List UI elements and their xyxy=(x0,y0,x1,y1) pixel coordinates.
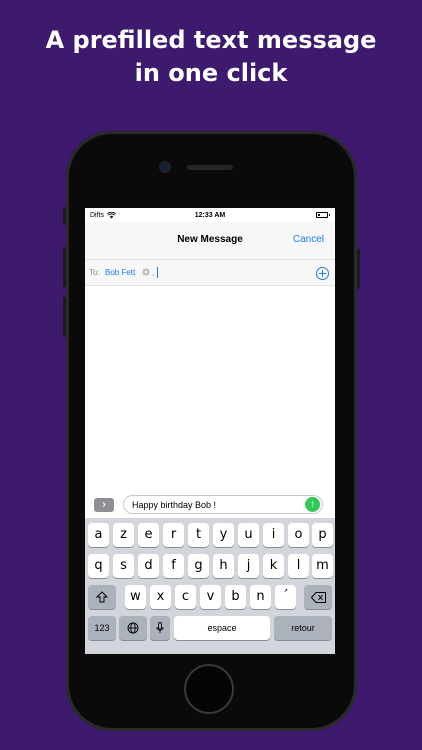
add-contact-icon[interactable] xyxy=(316,267,329,280)
mute-switch xyxy=(63,207,66,225)
battery-icon xyxy=(316,212,330,218)
key-q[interactable]: q xyxy=(88,554,109,578)
screen: Difts 12:33 AM New Message Cancel To: Bo… xyxy=(85,208,335,654)
shift-key[interactable] xyxy=(88,585,116,609)
globe-key[interactable] xyxy=(119,616,147,640)
backspace-key[interactable] xyxy=(304,585,332,609)
conversation-area xyxy=(85,286,335,492)
headline: A prefilled text message in one click xyxy=(0,24,422,90)
globe-icon xyxy=(127,622,139,634)
message-text: Happy birthday Bob ! xyxy=(132,500,217,510)
spinner-icon xyxy=(142,268,150,276)
key-v[interactable]: v xyxy=(200,585,221,609)
key-a[interactable]: a xyxy=(88,523,109,547)
send-icon[interactable]: ↑ xyxy=(305,497,320,512)
phone-frame: Difts 12:33 AM New Message Cancel To: Bo… xyxy=(63,131,360,731)
status-time: 12:33 AM xyxy=(194,211,226,219)
key-e[interactable]: e xyxy=(138,523,159,547)
status-bar: Difts 12:33 AM xyxy=(85,208,335,222)
volume-up-button xyxy=(63,247,66,287)
key-p[interactable]: p xyxy=(312,523,333,547)
key-k[interactable]: k xyxy=(263,554,284,578)
space-key[interactable]: espace xyxy=(174,616,270,640)
recipient-chip[interactable]: Bob Fett xyxy=(105,268,135,277)
text-cursor xyxy=(157,267,158,278)
return-key[interactable]: retour xyxy=(274,616,332,640)
power-button xyxy=(357,249,360,289)
shift-icon xyxy=(95,591,109,603)
key-z[interactable]: z xyxy=(113,523,134,547)
key-r[interactable]: r xyxy=(163,523,184,547)
key-w[interactable]: w xyxy=(125,585,146,609)
key-n[interactable]: n xyxy=(250,585,271,609)
earpiece-speaker xyxy=(187,165,233,170)
key-i[interactable]: i xyxy=(263,523,284,547)
cancel-button[interactable]: Cancel xyxy=(293,234,324,245)
key-g[interactable]: g xyxy=(188,554,209,578)
key-o[interactable]: o xyxy=(288,523,309,547)
key-y[interactable]: y xyxy=(213,523,234,547)
key-x[interactable]: x xyxy=(150,585,171,609)
navigation-bar: New Message Cancel xyxy=(85,222,335,260)
key-b[interactable]: b xyxy=(225,585,246,609)
key-s[interactable]: s xyxy=(113,554,134,578)
key-h[interactable]: h xyxy=(213,554,234,578)
to-label: To: xyxy=(89,268,100,277)
keyboard: a z e r t y u i o p q s d f g h j k l m xyxy=(85,518,335,654)
key-j[interactable]: j xyxy=(238,554,259,578)
home-button[interactable] xyxy=(186,666,232,712)
message-input[interactable]: Happy birthday Bob ! ↑ xyxy=(123,495,323,514)
numbers-key[interactable]: 123 xyxy=(88,616,116,640)
headline-line-2: in one click xyxy=(134,59,288,87)
compose-bar: › Happy birthday Bob ! ↑ xyxy=(85,492,335,518)
expand-icon[interactable]: › xyxy=(94,498,114,512)
key-d[interactable]: d xyxy=(138,554,159,578)
recipient-field[interactable]: To: Bob Fett , xyxy=(85,260,335,286)
backspace-icon xyxy=(310,592,326,603)
microphone-icon xyxy=(156,622,164,633)
key-accent[interactable]: ´ xyxy=(275,585,296,609)
key-f[interactable]: f xyxy=(163,554,184,578)
headline-line-1: A prefilled text message xyxy=(45,26,377,54)
key-t[interactable]: t xyxy=(188,523,209,547)
recipient-separator: , xyxy=(152,268,155,277)
key-u[interactable]: u xyxy=(238,523,259,547)
volume-down-button xyxy=(63,297,66,337)
front-camera xyxy=(161,163,169,171)
key-l[interactable]: l xyxy=(288,554,309,578)
key-m[interactable]: m xyxy=(312,554,333,578)
dictation-key[interactable] xyxy=(150,616,170,640)
key-c[interactable]: c xyxy=(175,585,196,609)
